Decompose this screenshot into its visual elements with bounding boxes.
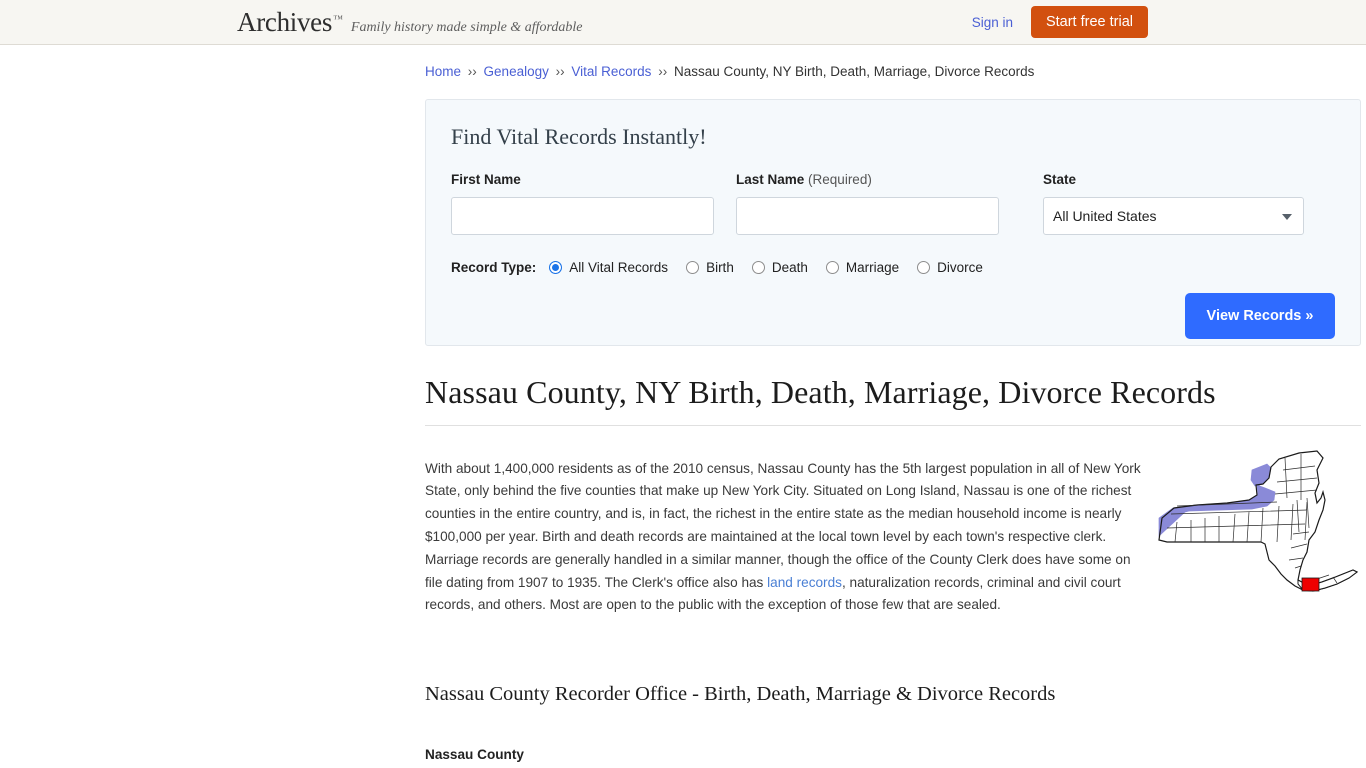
state-select-wrapper: All United States [1043, 197, 1304, 235]
radio-indicator[interactable] [549, 261, 563, 274]
brand-tagline: Family history made simple & affordable [350, 19, 583, 35]
page-title: Nassau County, NY Birth, Death, Marriage… [425, 374, 1361, 426]
recorder-section-title: Nassau County Recorder Office - Birth, D… [425, 682, 1056, 705]
new-york-county-map-icon [1158, 450, 1359, 592]
recorder-address-block: Nassau County 240 Old Country Rd, #105 M… [425, 744, 1361, 768]
header-actions: Sign in Start free trial [972, 5, 1148, 39]
first-name-field-group: First Name [451, 172, 714, 235]
vital-records-search-panel: Find Vital Records Instantly! First Name… [425, 99, 1361, 346]
start-free-trial-button[interactable]: Start free trial [1030, 5, 1148, 39]
radio-death[interactable]: Death [751, 260, 808, 275]
record-type-row: Record Type: All Vital Records Birth Dea… [451, 260, 1335, 275]
last-name-field-group: Last Name (Required) [736, 172, 999, 235]
trademark-icon: ™ [333, 13, 343, 25]
first-name-label: First Name [451, 172, 521, 187]
radio-label: Marriage [845, 260, 900, 275]
radio-indicator[interactable] [825, 261, 839, 274]
recorder-org-name: Nassau County [425, 746, 524, 762]
radio-birth[interactable]: Birth [686, 260, 734, 275]
breadcrumb-item-vital-records[interactable]: Vital Records [571, 64, 651, 79]
breadcrumb: Home ›› Genealogy ›› Vital Records ›› Na… [425, 45, 1361, 79]
brand-name: Archives [237, 6, 333, 37]
search-panel-title: Find Vital Records Instantly! [451, 124, 707, 149]
intro-paragraph: With about 1,400,000 residents as of the… [425, 458, 1145, 618]
state-field-group: State All United States [1043, 172, 1304, 235]
intro-text-part-1: With about 1,400,000 residents as of the… [425, 460, 1141, 590]
last-name-required-note: (Required) [808, 172, 872, 187]
breadcrumb-separator: ›› [467, 64, 477, 79]
radio-marriage[interactable]: Marriage [825, 260, 900, 275]
site-header: Archives ™ Family history made simple & … [0, 0, 1366, 45]
record-type-label: Record Type: [451, 260, 537, 275]
radio-indicator[interactable] [686, 261, 700, 274]
breadcrumb-item-home[interactable]: Home [425, 64, 461, 79]
breadcrumb-item-genealogy[interactable]: Genealogy [484, 64, 549, 79]
state-map-figure [1156, 444, 1361, 631]
last-name-input[interactable] [736, 197, 999, 235]
view-records-button[interactable]: View Records » [1185, 293, 1335, 339]
first-name-input[interactable] [451, 197, 714, 235]
state-label: State [1043, 172, 1077, 187]
radio-indicator[interactable] [751, 261, 765, 274]
radio-label: All Vital Records [569, 260, 669, 275]
search-fields-row: First Name Last Name (Required) State Al… [451, 172, 1335, 235]
radio-label: Birth [706, 260, 734, 275]
submit-row: View Records » [451, 293, 1335, 339]
last-name-label: Last Name (Required) [736, 172, 999, 187]
intro-content-row: With about 1,400,000 residents as of the… [425, 444, 1361, 631]
state-select[interactable]: All United States [1043, 197, 1304, 235]
radio-label: Divorce [937, 260, 983, 275]
breadcrumb-separator: ›› [555, 64, 565, 79]
breadcrumb-separator: ›› [658, 64, 668, 79]
last-name-label-text: Last Name [736, 172, 805, 187]
water-lake-ontario [1250, 463, 1272, 487]
radio-indicator[interactable] [917, 261, 931, 274]
brand-logo[interactable]: Archives ™ Family history made simple & … [237, 7, 583, 38]
radio-label: Death [771, 260, 808, 275]
land-records-link[interactable]: land records [767, 575, 842, 590]
breadcrumb-item-current: Nassau County, NY Birth, Death, Marriage… [673, 64, 1035, 79]
radio-divorce[interactable]: Divorce [917, 260, 983, 275]
radio-all-vital-records[interactable]: All Vital Records [549, 260, 668, 275]
sign-in-link[interactable]: Sign in [972, 15, 1013, 30]
nassau-county-highlight [1301, 577, 1320, 592]
